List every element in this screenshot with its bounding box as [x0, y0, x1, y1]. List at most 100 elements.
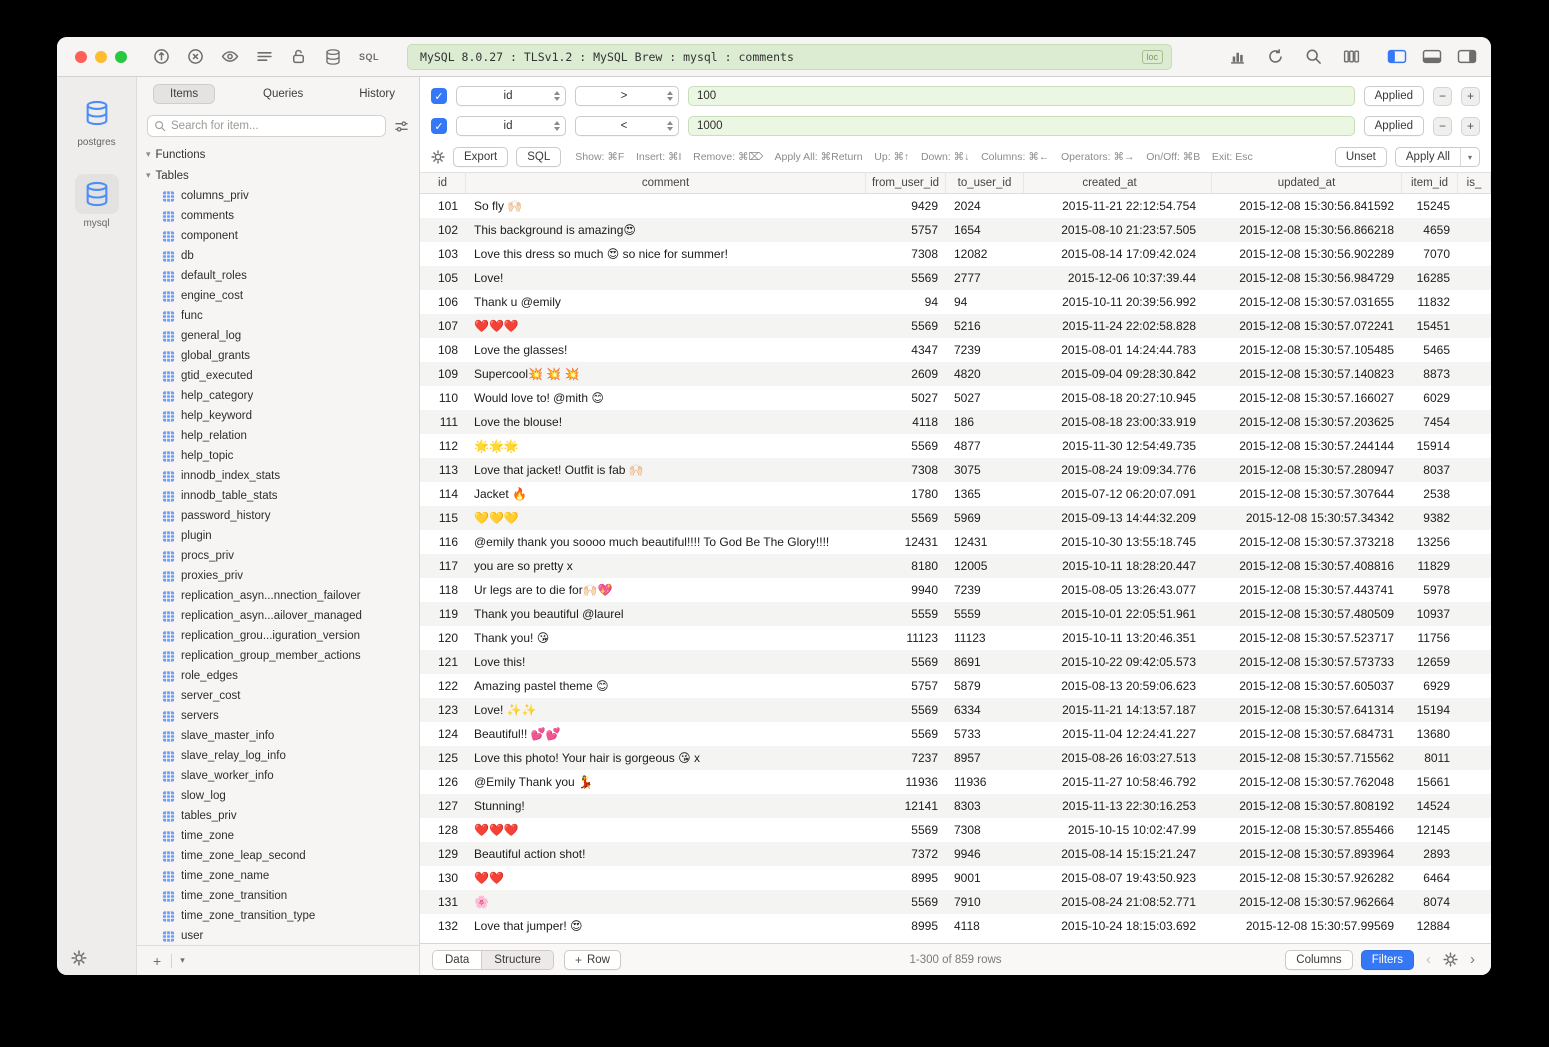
grid-cell[interactable]: 109: [420, 367, 466, 381]
table-row[interactable]: 105 Love! 5569 2777 2015-12-06 10:37:39.…: [420, 266, 1491, 290]
apply-all-button[interactable]: Apply All ▾: [1395, 147, 1480, 167]
column-view-icon[interactable]: [1343, 48, 1360, 65]
grid-cell[interactable]: 2015-11-24 22:02:58.828: [1024, 319, 1212, 333]
grid-cell[interactable]: 11123: [866, 631, 946, 645]
grid-header-cell[interactable]: from_user_id: [866, 173, 946, 193]
grid-cell[interactable]: 4118: [946, 919, 1024, 933]
grid-cell[interactable]: 2015-12-08 15:30:57.99569: [1212, 919, 1402, 933]
grid-cell[interactable]: 117: [420, 559, 466, 573]
grid-cell[interactable]: 2015-11-30 12:54:49.735: [1024, 439, 1212, 453]
grid-cell[interactable]: 106: [420, 295, 466, 309]
columns-button[interactable]: Columns: [1285, 950, 1352, 970]
toggle-left-panel-icon[interactable]: [1387, 48, 1407, 65]
grid-cell[interactable]: 6029: [1402, 391, 1458, 405]
sidebar-table-item[interactable]: procs_priv: [137, 546, 419, 566]
grid-cell[interactable]: 2015-12-08 15:30:57.140823: [1212, 367, 1402, 381]
tab-queries[interactable]: Queries: [255, 85, 311, 103]
grid-cell[interactable]: 107: [420, 319, 466, 333]
grid-cell[interactable]: Supercool💥 💥 💥: [466, 367, 866, 381]
unset-button[interactable]: Unset: [1335, 147, 1387, 167]
remove-filter-button[interactable]: −: [1433, 87, 1452, 106]
grid-cell[interactable]: 2015-12-08 15:30:57.855466: [1212, 823, 1402, 837]
grid-cell[interactable]: 2015-12-08 15:30:56.866218: [1212, 223, 1402, 237]
grid-cell[interactable]: 12431: [946, 535, 1024, 549]
grid-cell[interactable]: 7239: [946, 583, 1024, 597]
sidebar-table-item[interactable]: default_roles: [137, 266, 419, 286]
grid-cell[interactable]: 16285: [1402, 271, 1458, 285]
grid-cell[interactable]: 2015-11-27 10:58:46.792: [1024, 775, 1212, 789]
grid-cell[interactable]: 2015-12-08 15:30:57.031655: [1212, 295, 1402, 309]
grid-cell[interactable]: 2015-12-08 15:30:57.443741: [1212, 583, 1402, 597]
table-row[interactable]: 103 Love this dress so much 😍 so nice fo…: [420, 242, 1491, 266]
grid-cell[interactable]: 2538: [1402, 487, 1458, 501]
grid-header-cell[interactable]: updated_at: [1212, 173, 1402, 193]
grid-cell[interactable]: 125: [420, 751, 466, 765]
table-row[interactable]: 122 Amazing pastel theme 😊 5757 5879 201…: [420, 674, 1491, 698]
table-row[interactable]: 124 Beautiful!! 💕💕 5569 5733 2015-11-04 …: [420, 722, 1491, 746]
grid-cell[interactable]: 5569: [866, 895, 946, 909]
grid-cell[interactable]: 2015-10-15 10:02:47.99: [1024, 823, 1212, 837]
grid-cell[interactable]: 2015-10-11 18:28:20.447: [1024, 559, 1212, 573]
table-row[interactable]: 109 Supercool💥 💥 💥 2609 4820 2015-09-04 …: [420, 362, 1491, 386]
grid-cell[interactable]: 15661: [1402, 775, 1458, 789]
sidebar-table-item[interactable]: replication_group_member_actions: [137, 646, 419, 666]
grid-cell[interactable]: 15451: [1402, 319, 1458, 333]
grid-cell[interactable]: 13256: [1402, 535, 1458, 549]
filter-column-select[interactable]: id: [456, 116, 566, 136]
grid-cell[interactable]: 12659: [1402, 655, 1458, 669]
sql-editor-icon[interactable]: SQL: [359, 52, 379, 62]
grid-cell[interactable]: 2015-08-14 17:09:42.024: [1024, 247, 1212, 261]
chart-icon[interactable]: [1229, 48, 1246, 65]
connection-postgres[interactable]: postgres: [75, 93, 119, 148]
grid-cell[interactable]: 2015-12-08 15:30:57.307644: [1212, 487, 1402, 501]
grid-cell[interactable]: @emily thank you soooo much beautiful!!!…: [466, 535, 866, 549]
sidebar-table-item[interactable]: server_cost: [137, 686, 419, 706]
grid-cell[interactable]: 116: [420, 535, 466, 549]
grid-cell[interactable]: 2015-12-08 15:30:57.166027: [1212, 391, 1402, 405]
grid-cell[interactable]: 2015-11-13 22:30:16.253: [1024, 799, 1212, 813]
grid-cell[interactable]: 2015-12-08 15:30:57.408816: [1212, 559, 1402, 573]
grid-cell[interactable]: 8873: [1402, 367, 1458, 381]
table-row[interactable]: 131 🌸 5569 7910 2015-08-24 21:08:52.771 …: [420, 890, 1491, 914]
sidebar-table-item[interactable]: time_zone_leap_second: [137, 846, 419, 866]
sidebar-table-item[interactable]: general_log: [137, 326, 419, 346]
grid-cell[interactable]: ❤️❤️❤️: [466, 319, 866, 333]
grid-cell[interactable]: 5027: [866, 391, 946, 405]
filter-value-input[interactable]: [688, 116, 1355, 136]
sidebar-table-item[interactable]: time_zone_name: [137, 866, 419, 886]
grid-cell[interactable]: 5569: [866, 727, 946, 741]
grid-cell[interactable]: 118: [420, 583, 466, 597]
grid-cell[interactable]: 2777: [946, 271, 1024, 285]
sidebar-table-item[interactable]: global_grants: [137, 346, 419, 366]
next-page-icon[interactable]: ›: [1466, 952, 1479, 967]
grid-cell[interactable]: 2609: [866, 367, 946, 381]
table-row[interactable]: 121 Love this! 5569 8691 2015-10-22 09:4…: [420, 650, 1491, 674]
table-row[interactable]: 118 Ur legs are to die for🙌🏻💖 9940 7239 …: [420, 578, 1491, 602]
tab-history[interactable]: History: [351, 85, 403, 103]
grid-cell[interactable]: 12141: [866, 799, 946, 813]
grid-cell[interactable]: 132: [420, 919, 466, 933]
grid-cell[interactable]: 5216: [946, 319, 1024, 333]
connect-icon[interactable]: [153, 48, 170, 65]
grid-cell[interactable]: 102: [420, 223, 466, 237]
table-row[interactable]: 115 💛💛💛 5569 5969 2015-09-13 14:44:32.20…: [420, 506, 1491, 530]
grid-cell[interactable]: 1365: [946, 487, 1024, 501]
sidebar-table-item[interactable]: comments: [137, 206, 419, 226]
grid-cell[interactable]: 123: [420, 703, 466, 717]
grid-cell[interactable]: 2015-11-04 12:24:41.227: [1024, 727, 1212, 741]
table-row[interactable]: 112 🌟🌟🌟 5569 4877 2015-11-30 12:54:49.73…: [420, 434, 1491, 458]
grid-cell[interactable]: 2015-10-11 20:39:56.992: [1024, 295, 1212, 309]
grid-header-cell[interactable]: is_: [1458, 173, 1491, 193]
grid-cell[interactable]: 2015-12-08 15:30:57.893964: [1212, 847, 1402, 861]
table-row[interactable]: 102 This background is amazing😍 5757 165…: [420, 218, 1491, 242]
grid-cell[interactable]: 5978: [1402, 583, 1458, 597]
grid-header-cell[interactable]: created_at: [1024, 173, 1212, 193]
grid-cell[interactable]: 2015-12-08 15:30:57.072241: [1212, 319, 1402, 333]
connection-mysql[interactable]: mysql: [75, 174, 119, 229]
grid-cell[interactable]: 5757: [866, 223, 946, 237]
sidebar-table-item[interactable]: replication_asyn...ailover_managed: [137, 606, 419, 626]
grid-cell[interactable]: 7910: [946, 895, 1024, 909]
sidebar-table-item[interactable]: db: [137, 246, 419, 266]
grid-cell[interactable]: 5569: [866, 271, 946, 285]
grid-cell[interactable]: 7454: [1402, 415, 1458, 429]
